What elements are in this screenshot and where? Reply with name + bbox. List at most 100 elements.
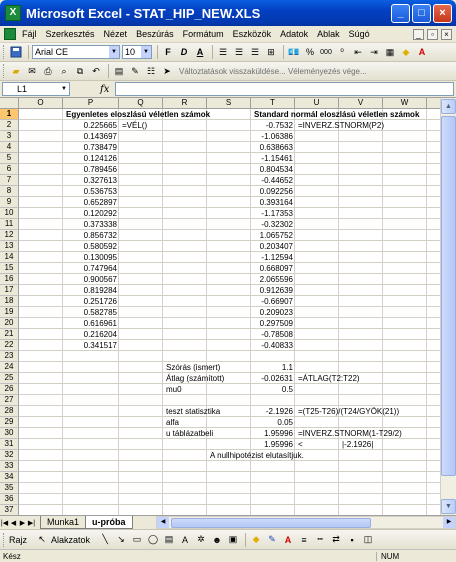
cell-p5[interactable]: 0.124126 (64, 153, 118, 164)
row-header[interactable]: 30 (0, 428, 19, 439)
cell-t18[interactable]: -0.66907 (252, 296, 294, 307)
cell-t13[interactable]: 0.203407 (252, 241, 294, 252)
cell-t26[interactable]: 0.5 (252, 384, 294, 395)
cell-t17[interactable]: 0.912639 (252, 285, 294, 296)
column-header[interactable]: Q (119, 98, 163, 109)
cell-p16[interactable]: 0.900567 (64, 274, 118, 285)
row-header[interactable]: 17 (0, 285, 19, 296)
horizontal-scrollbar[interactable]: ◀ ▶ (156, 516, 456, 529)
menu-file[interactable]: Fájl (22, 29, 37, 39)
cell-t19[interactable]: 0.209023 (252, 307, 294, 318)
menu-tools[interactable]: Eszközök (233, 29, 272, 39)
row-header[interactable]: 13 (0, 241, 19, 252)
cell-u2[interactable]: =INVERZ.STNORM(P2) (296, 120, 384, 131)
track-changes-icon[interactable]: ✎ (128, 64, 142, 78)
row-header[interactable]: 36 (0, 494, 19, 505)
cell-t12[interactable]: 1.065752 (252, 230, 294, 241)
row-header[interactable]: 25 (0, 373, 19, 384)
row-header[interactable]: 19 (0, 307, 19, 318)
merge-center-icon[interactable]: ⊞ (264, 45, 278, 59)
arrow-style-icon[interactable]: ⇄ (329, 533, 343, 547)
cell-t14[interactable]: -1.12594 (252, 252, 294, 263)
prev-sheet-icon[interactable]: ◀ (9, 519, 18, 527)
cell-t11[interactable]: -0.32302 (252, 219, 294, 230)
cell-t7[interactable]: -0.44652 (252, 175, 294, 186)
cell-t1[interactable]: Standard normál eloszlású véletlen számo… (252, 109, 419, 120)
increase-decimal-icon[interactable]: ⁰ (335, 45, 349, 59)
decrease-indent-icon[interactable]: ⇤ (351, 45, 365, 59)
underline-button[interactable]: A (193, 45, 207, 59)
mail-icon[interactable]: ✉ (25, 64, 39, 78)
row-header[interactable]: 21 (0, 329, 19, 340)
row-header[interactable]: 24 (0, 362, 19, 373)
dash-style-icon[interactable]: ┅ (313, 533, 327, 547)
row-header[interactable]: 16 (0, 274, 19, 285)
cell-t31[interactable]: 1.95996 (252, 439, 294, 450)
cell-r28[interactable]: teszt statisztika (164, 406, 220, 417)
cell-p4[interactable]: 0.738479 (64, 142, 118, 153)
menu-format[interactable]: Formátum (183, 29, 224, 39)
font-color-icon[interactable]: A (415, 45, 429, 59)
row-header[interactable]: 33 (0, 461, 19, 472)
formula-input[interactable] (115, 82, 454, 96)
line-style-icon[interactable]: ≡ (297, 533, 311, 547)
cell-p10[interactable]: 0.120292 (64, 208, 118, 219)
cell-p20[interactable]: 0.616961 (64, 318, 118, 329)
horizontal-scroll-thumb[interactable] (171, 518, 371, 528)
column-header[interactable]: R (163, 98, 207, 109)
cell-p1[interactable]: Egyenletes eloszlású véletlen számok (64, 109, 210, 120)
cell-u25[interactable]: =ÁTLAG(T2:T22) (296, 373, 360, 384)
cell-q2[interactable]: =VÉL() (120, 120, 147, 131)
row-header[interactable]: 29 (0, 417, 19, 428)
fx-icon[interactable]: fx (100, 84, 109, 95)
row-header[interactable]: 5 (0, 153, 19, 164)
cell-p8[interactable]: 0.536753 (64, 186, 118, 197)
column-header[interactable]: S (207, 98, 251, 109)
cell-t30[interactable]: 1.95996 (252, 428, 294, 439)
scroll-left-icon[interactable]: ◀ (157, 517, 169, 528)
wordart-icon[interactable]: A (178, 533, 192, 547)
shadow-icon[interactable]: ▪ (345, 533, 359, 547)
row-header[interactable]: 11 (0, 219, 19, 230)
cell-t3[interactable]: -1.06386 (252, 131, 294, 142)
toolbar-grip[interactable] (3, 64, 6, 78)
align-center-icon[interactable]: ☰ (232, 45, 246, 59)
italic-button[interactable]: D (177, 45, 191, 59)
arrow-icon[interactable]: ↘ (114, 533, 128, 547)
scroll-up-icon[interactable]: ▲ (441, 99, 456, 114)
comma-style-button[interactable]: 000 (319, 45, 333, 59)
align-right-icon[interactable]: ☰ (248, 45, 262, 59)
scroll-right-icon[interactable]: ▶ (443, 517, 455, 528)
row-header[interactable]: 18 (0, 296, 19, 307)
font-color-icon[interactable]: A (281, 533, 295, 547)
row-header[interactable]: 34 (0, 472, 19, 483)
row-header[interactable]: 9 (0, 197, 19, 208)
font-size-select[interactable]: 10 ▼ (122, 45, 152, 59)
row-header[interactable]: 27 (0, 395, 19, 406)
cell-r29[interactable]: alfa (164, 417, 179, 428)
menu-edit[interactable]: Szerkesztés (46, 29, 95, 39)
sheet-tab-u-proba[interactable]: u-próba (85, 516, 133, 529)
toolbar-grip[interactable] (3, 532, 6, 547)
show-comments-icon[interactable]: ☷ (144, 64, 158, 78)
cell-p14[interactable]: 0.130095 (64, 252, 118, 263)
3d-icon[interactable]: ◫ (361, 533, 375, 547)
cell-t2[interactable]: -0.7532 (252, 120, 294, 131)
save-icon[interactable] (9, 45, 23, 59)
cell-t16[interactable]: 2.065596 (252, 274, 294, 285)
cell-p19[interactable]: 0.582785 (64, 307, 118, 318)
row-header[interactable]: 3 (0, 131, 19, 142)
cell-t6[interactable]: 0.804534 (252, 164, 294, 175)
cell-t15[interactable]: 0.668097 (252, 263, 294, 274)
cell-r26[interactable]: mu0 (164, 384, 182, 395)
toolbar-grip[interactable] (3, 45, 6, 59)
currency-icon[interactable]: 💶 (287, 45, 301, 59)
row-header[interactable]: 20 (0, 318, 19, 329)
scroll-down-icon[interactable]: ▼ (441, 499, 456, 514)
cell-t28[interactable]: -2.1926 (252, 406, 294, 417)
column-header[interactable]: T (251, 98, 295, 109)
row-header[interactable]: 32 (0, 450, 19, 461)
menu-data[interactable]: Adatok (280, 29, 308, 39)
align-left-icon[interactable]: ☰ (216, 45, 230, 59)
fill-color-icon[interactable]: ◆ (399, 45, 413, 59)
